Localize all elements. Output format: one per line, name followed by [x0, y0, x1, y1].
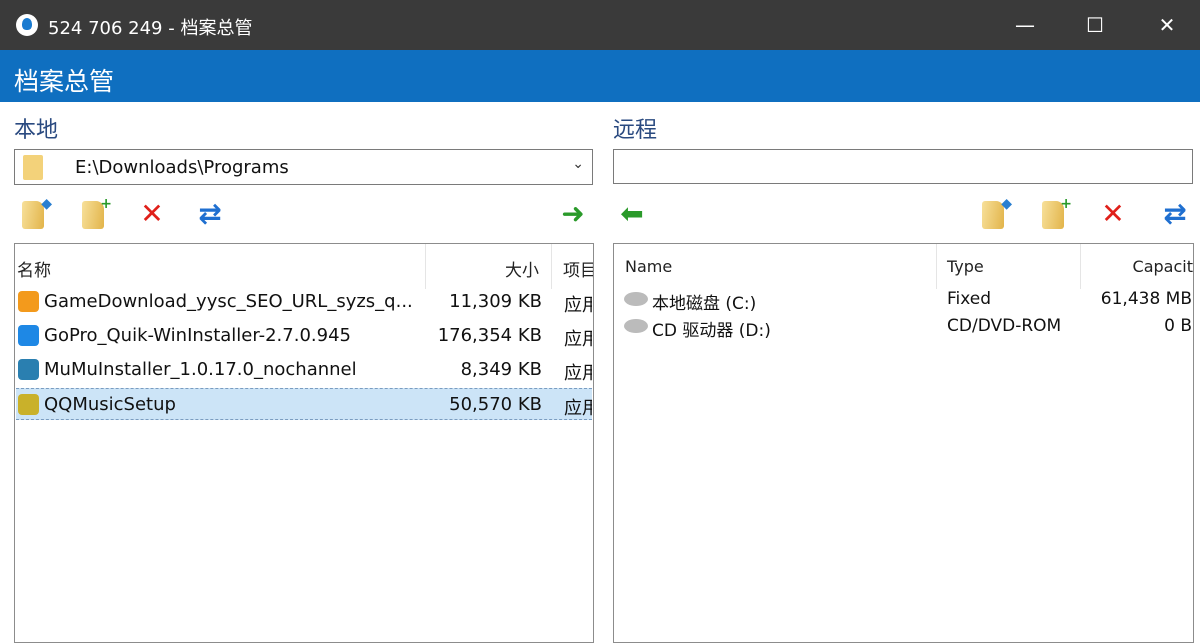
file-row[interactable]: MuMuInstaller_1.0.17.0_nochannel 8,349 K…: [16, 354, 592, 386]
page-title: 档案总管: [0, 50, 1200, 102]
file-size: 11,309 KB: [449, 291, 542, 312]
drive-name: CD 驱动器 (D:): [652, 321, 771, 341]
delete-button[interactable]: ✕: [135, 197, 169, 231]
remote-delete-button[interactable]: ✕: [1096, 197, 1130, 231]
column-header-size[interactable]: 大小: [505, 256, 539, 281]
file-type: 应用: [564, 295, 592, 316]
remote-drive-list[interactable]: Name Type Capacit 本地磁盘 (C:) Fixed 61,438…: [613, 243, 1194, 643]
column-divider[interactable]: [425, 244, 426, 289]
refresh-icon: ⇄: [198, 197, 222, 230]
delete-icon: ✕: [1101, 197, 1125, 230]
upload-button[interactable]: ➜: [556, 197, 590, 231]
file-type: 应用: [564, 398, 592, 419]
remote-up-folder-button[interactable]: ◆: [976, 197, 1012, 231]
file-icon: [18, 325, 39, 346]
folder-up-icon: ◆: [22, 197, 52, 229]
drive-row[interactable]: 本地磁盘 (C:) Fixed 61,438 MB: [622, 287, 1192, 314]
drive-type: Fixed: [947, 289, 992, 309]
drive-name: 本地磁盘 (C:): [652, 294, 757, 314]
column-header-name[interactable]: 名称: [17, 256, 51, 281]
column-header-type[interactable]: 项目: [563, 256, 593, 281]
file-row[interactable]: GameDownload_yysc_SEO_URL_syzs_q... 11,3…: [16, 286, 592, 318]
refresh-icon: ⇄: [1163, 197, 1187, 230]
app-logo-icon: [16, 14, 38, 36]
remote-new-folder-button[interactable]: +: [1036, 197, 1072, 231]
drive-row[interactable]: CD 驱动器 (D:) CD/DVD-ROM 0 B: [622, 314, 1192, 341]
hard-disk-icon: [624, 292, 648, 306]
folder-icon: [23, 155, 43, 180]
file-name: QQMusicSetup: [44, 394, 176, 415]
close-button[interactable]: ✕: [1152, 10, 1182, 40]
local-file-list[interactable]: ^ 名称 大小 项目 GameDownload_yysc_SEO_URL_syz…: [14, 243, 594, 643]
new-folder-icon: +: [82, 197, 112, 229]
drive-capacity: 0 B: [1164, 316, 1192, 336]
sort-ascending-icon: ^: [211, 243, 223, 254]
column-divider[interactable]: [1080, 244, 1081, 289]
file-name: MuMuInstaller_1.0.17.0_nochannel: [44, 359, 357, 380]
column-divider[interactable]: [936, 244, 937, 289]
minimize-button[interactable]: —: [1010, 10, 1040, 40]
drive-capacity: 61,438 MB: [1100, 289, 1192, 309]
window-title: 524 706 249 - 档案总管: [48, 18, 253, 39]
folder-up-icon: ◆: [982, 197, 1012, 229]
column-header-type[interactable]: Type: [947, 257, 984, 276]
new-folder-button[interactable]: +: [76, 197, 112, 231]
local-path-value: E:\Downloads\Programs: [75, 157, 289, 178]
file-type: 应用: [564, 329, 592, 350]
up-folder-button[interactable]: ◆: [16, 197, 52, 231]
file-icon: [18, 291, 39, 312]
delete-icon: ✕: [140, 197, 164, 230]
new-folder-icon: +: [1042, 197, 1072, 229]
file-type: 应用: [564, 363, 592, 384]
file-size: 8,349 KB: [460, 359, 542, 380]
remote-refresh-button[interactable]: ⇄: [1158, 197, 1192, 231]
arrow-left-icon: ⬅: [620, 197, 644, 230]
column-divider[interactable]: [551, 244, 552, 289]
remote-path-input[interactable]: [613, 149, 1193, 184]
column-header-capacity[interactable]: Capacit: [1094, 257, 1193, 276]
file-name: GameDownload_yysc_SEO_URL_syzs_q...: [44, 291, 413, 312]
local-path-dropdown[interactable]: E:\Downloads\Programs ⌄: [14, 149, 593, 185]
cd-drive-icon: [624, 319, 648, 333]
column-header-name[interactable]: Name: [625, 257, 672, 276]
arrow-right-icon: ➜: [561, 197, 585, 230]
file-size: 176,354 KB: [437, 325, 542, 346]
local-label: 本地: [14, 118, 59, 143]
remote-label: 远程: [613, 118, 658, 143]
file-icon: [18, 394, 39, 415]
drive-type: CD/DVD-ROM: [947, 316, 1062, 336]
file-row[interactable]: QQMusicSetup 50,570 KB 应用: [16, 388, 592, 420]
title-bar: 524 706 249 - 档案总管 — ☐ ✕: [0, 0, 1200, 50]
download-button[interactable]: ⬅: [615, 197, 649, 231]
refresh-button[interactable]: ⇄: [193, 197, 227, 231]
file-icon: [18, 359, 39, 380]
file-size: 50,570 KB: [449, 394, 542, 415]
file-name: GoPro_Quik-WinInstaller-2.7.0.945: [44, 325, 351, 346]
file-row[interactable]: GoPro_Quik-WinInstaller-2.7.0.945 176,35…: [16, 320, 592, 352]
chevron-down-icon[interactable]: ⌄: [572, 156, 584, 172]
maximize-button[interactable]: ☐: [1080, 10, 1110, 40]
